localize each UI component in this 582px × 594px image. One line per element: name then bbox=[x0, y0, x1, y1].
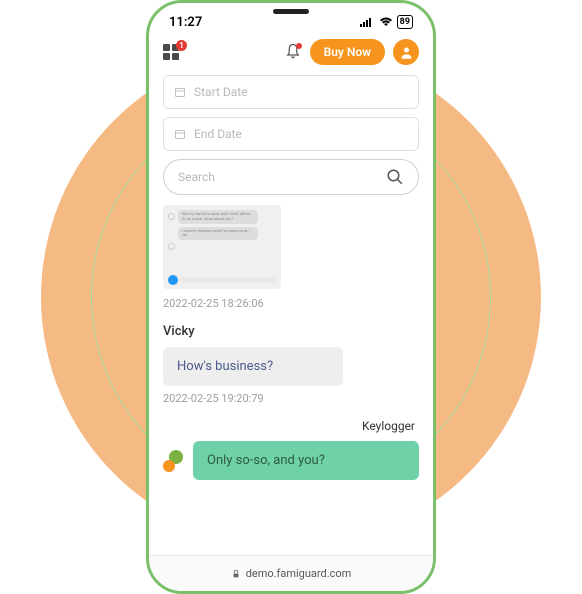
status-time: 11:27 bbox=[169, 15, 202, 30]
notification-badge: 1 bbox=[176, 40, 187, 51]
keylogger-label: Keylogger bbox=[163, 419, 415, 433]
screenshot-thumbnail[interactable]: Not my family's away and I can't afford … bbox=[163, 205, 281, 289]
app-header: 1 Buy Now bbox=[149, 33, 433, 75]
calendar-icon bbox=[174, 86, 186, 98]
outgoing-message: Only so-so, and you? bbox=[193, 441, 419, 480]
profile-button[interactable] bbox=[393, 39, 419, 65]
buy-now-button[interactable]: Buy Now bbox=[310, 39, 385, 65]
menu-button[interactable]: 1 bbox=[163, 44, 179, 60]
start-date-input[interactable]: Start Date bbox=[163, 75, 419, 109]
search-input[interactable]: Search bbox=[163, 159, 419, 195]
incoming-timestamp: 2022-02-25 19:20:79 bbox=[163, 392, 419, 405]
app-icon bbox=[163, 450, 185, 472]
lock-icon bbox=[231, 569, 241, 579]
screenshot-timestamp: 2022-02-25 18:26:06 bbox=[163, 297, 419, 310]
content-area: Start Date End Date Search Not my family… bbox=[149, 75, 433, 480]
notifications-button[interactable] bbox=[284, 43, 302, 61]
end-date-input[interactable]: End Date bbox=[163, 117, 419, 151]
phone-notch bbox=[241, 3, 341, 23]
browser-address-bar[interactable]: demo.famiguard.com bbox=[149, 555, 433, 591]
calendar-icon bbox=[174, 128, 186, 140]
incoming-message: How's business? bbox=[163, 347, 343, 386]
search-icon bbox=[386, 168, 404, 186]
wifi-icon bbox=[379, 17, 393, 27]
bell-dot bbox=[296, 43, 302, 49]
battery-icon: 89 bbox=[397, 15, 413, 29]
phone-frame: 11:27 89 1 Buy Now bbox=[146, 0, 436, 594]
browser-domain: demo.famiguard.com bbox=[246, 567, 352, 580]
signal-icon bbox=[360, 17, 375, 27]
sender-name: Vicky bbox=[163, 324, 419, 339]
user-icon bbox=[399, 45, 414, 60]
outgoing-row: Only so-so, and you? bbox=[163, 441, 419, 480]
